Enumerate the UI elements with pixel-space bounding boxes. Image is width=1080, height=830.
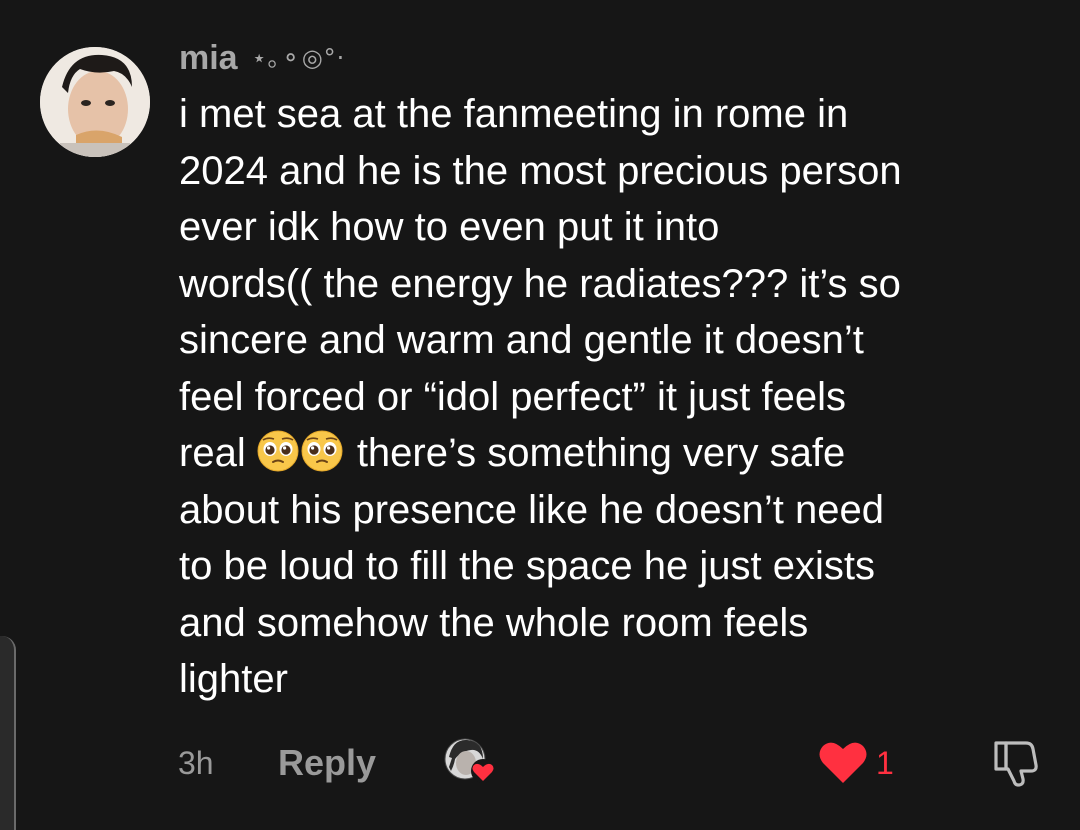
username[interactable]: mia: [179, 30, 238, 86]
reply-button[interactable]: Reply: [278, 741, 376, 785]
comment-line: lighter: [179, 657, 288, 701]
comment-line: sincere and warm and gentle it doesn’t: [179, 318, 864, 362]
comment-timestamp: 3h: [178, 745, 214, 781]
comment-actions: 3h Reply 1: [178, 735, 1058, 791]
comment-line: and somehow the whole room feels: [179, 600, 809, 645]
comment-line-with-emoji: real there’s something very safe: [179, 425, 1059, 482]
comment-line: words(( the energy he radiates??? it’s s…: [179, 261, 901, 306]
comment-line: 2024 and he is the most precious person: [179, 148, 902, 193]
pleading-face-icon: [257, 430, 299, 472]
like-count: 1: [876, 745, 894, 781]
comment-line: ever idk how to even put it into: [179, 205, 720, 249]
creator-liked-avatar-icon: [443, 737, 499, 787]
comment-text: i met sea at the fanmeeting in rome in 2…: [179, 86, 1059, 708]
username-row: mia ⋆｡⚬◎°·: [179, 30, 1059, 86]
emoji-line-after: there’s something very safe: [356, 431, 846, 475]
comment-line: feel forced or “idol perfect” it just fe…: [179, 374, 846, 419]
comment-line: to be loud to fill the space he just exi…: [179, 544, 875, 588]
comment-body: mia ⋆｡⚬◎°· i met sea at the fanmeeting i…: [179, 30, 1059, 708]
author-avatar[interactable]: [40, 47, 150, 157]
username-decoration: ⋆｡⚬◎°·: [251, 44, 346, 72]
comment-line: about his presence like he doesn’t need: [179, 487, 884, 532]
heart-icon[interactable]: [818, 739, 868, 785]
left-edge-panel: [0, 636, 16, 830]
pleading-face-icon: [301, 430, 343, 472]
emoji-line-before: real: [179, 431, 257, 475]
comment-line: i met sea at the fanmeeting in rome in: [179, 92, 849, 136]
thumbs-down-icon[interactable]: [990, 737, 1042, 789]
